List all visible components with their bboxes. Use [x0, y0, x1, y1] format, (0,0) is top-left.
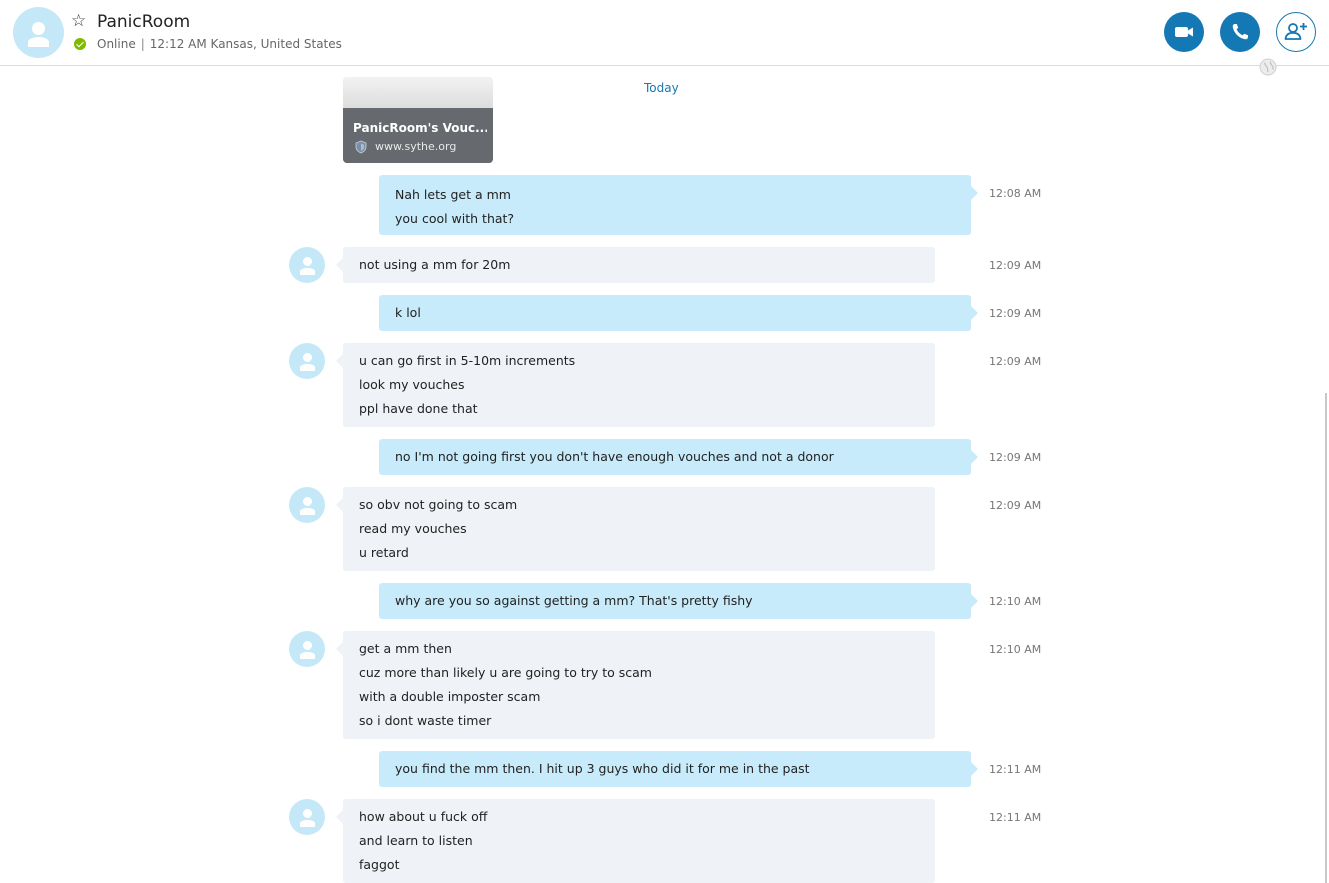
avatar-head-shape: [302, 497, 312, 506]
message-line: with a double imposter scam: [359, 689, 541, 704]
message-line: look my vouches: [359, 377, 465, 392]
avatar-head-shape: [32, 22, 45, 35]
contact-name[interactable]: PanicRoom: [97, 11, 190, 33]
incoming-message-bubble[interactable]: so obv not going to scam read my vouches…: [336, 487, 935, 571]
star-outline-icon[interactable]: ☆: [71, 11, 86, 31]
outgoing-message-bubble[interactable]: you find the mm then. I hit up 3 guys wh…: [379, 751, 978, 787]
audio-call-button[interactable]: [1220, 12, 1260, 52]
message-line: and learn to listen: [359, 833, 473, 848]
sender-avatar[interactable]: [289, 631, 325, 667]
message-line: you find the mm then. I hit up 3 guys wh…: [395, 761, 810, 776]
message-line: faggot: [359, 857, 400, 872]
message-line: u can go first in 5-10m increments: [359, 353, 576, 368]
video-camera-icon: [1175, 27, 1193, 37]
local-time-location: 12:12 AM Kansas, United States: [149, 37, 342, 51]
phone-icon: [1232, 24, 1248, 40]
add-person-icon: [1284, 23, 1307, 40]
message-timestamp: 12:10 AM: [989, 595, 1042, 608]
message-timestamp: 12:09 AM: [989, 499, 1042, 512]
avatar-body-shape: [299, 268, 315, 275]
outgoing-message-bubble[interactable]: k lol: [379, 295, 978, 331]
sender-avatar[interactable]: [289, 487, 325, 523]
link-preview-info: PanicRoom's Vouc... www.sythe.org: [343, 108, 493, 163]
add-people-button[interactable]: [1276, 12, 1316, 52]
link-preview-url: www.sythe.org: [375, 140, 457, 153]
avatar-head-shape: [302, 641, 312, 650]
message-timestamp: 12:08 AM: [989, 187, 1042, 200]
message-timestamp: 12:09 AM: [989, 451, 1042, 464]
conversation-header: ☆ PanicRoom Online | 12:12 AM Kansas, Unit…: [0, 0, 1329, 66]
outgoing-message-bubble[interactable]: why are you so against getting a mm? Tha…: [379, 583, 978, 619]
message-timestamp: 12:11 AM: [989, 811, 1042, 824]
link-preview-card[interactable]: PanicRoom's Vouc... www.sythe.org: [343, 77, 493, 163]
message-history[interactable]: PanicRoom's Vouc... www.sythe.org Today …: [0, 67, 1329, 883]
avatar-head-shape: [302, 353, 312, 362]
message-timestamp: 12:09 AM: [989, 259, 1042, 272]
message-timestamp: 12:10 AM: [989, 643, 1042, 656]
message-line: so i dont waste timer: [359, 713, 492, 728]
message-line: no I'm not going first you don't have en…: [395, 449, 834, 464]
message-line: k lol: [395, 305, 421, 320]
message-line: u retard: [359, 545, 409, 560]
sender-avatar[interactable]: [289, 799, 325, 835]
incoming-message-bubble[interactable]: u can go first in 5-10m increments look …: [336, 343, 935, 427]
avatar-head-shape: [302, 809, 312, 818]
sender-avatar[interactable]: [289, 343, 325, 379]
message-line: how about u fuck off: [359, 809, 488, 824]
date-divider: Today: [644, 81, 679, 95]
video-call-button[interactable]: [1164, 12, 1204, 52]
avatar-body-shape: [299, 508, 315, 515]
avatar-body-shape: [299, 652, 315, 659]
shield-icon: [355, 140, 367, 154]
status-separator: |: [140, 37, 145, 51]
outgoing-message-bubble[interactable]: Nah lets get a mm you cool with that?: [379, 175, 978, 235]
message-line: get a mm then: [359, 641, 452, 656]
avatar-body-shape: [28, 37, 49, 47]
contact-avatar[interactable]: [13, 7, 64, 58]
message-timestamp: 12:11 AM: [989, 763, 1042, 776]
link-preview-title: PanicRoom's Vouc...: [353, 121, 487, 135]
message-line: why are you so against getting a mm? Tha…: [395, 593, 753, 608]
message-timestamp: 12:09 AM: [989, 307, 1042, 320]
message-line: so obv not going to scam: [359, 497, 518, 512]
chat-scrollbar[interactable]: [1325, 393, 1327, 883]
avatar-body-shape: [299, 820, 315, 827]
outgoing-message-bubble[interactable]: no I'm not going first you don't have en…: [379, 439, 978, 475]
presence-status: Online: [97, 37, 136, 51]
incoming-message-bubble[interactable]: how about u fuck off and learn to listen…: [336, 799, 935, 883]
status-line: Online | 12:12 AM Kansas, United States: [97, 37, 342, 52]
avatar-body-shape: [299, 364, 315, 371]
link-preview-thumbnail: [343, 77, 493, 109]
incoming-message-bubble[interactable]: get a mm then cuz more than likely u are…: [336, 631, 935, 739]
avatar-head-shape: [302, 257, 312, 266]
sender-avatar[interactable]: [289, 247, 325, 283]
message-line: read my vouches: [359, 521, 467, 536]
online-check-icon: [74, 38, 86, 50]
incoming-message-bubble[interactable]: not using a mm for 20m: [336, 247, 935, 283]
message-line: not using a mm for 20m: [359, 257, 511, 272]
message-timestamp: 12:09 AM: [989, 355, 1042, 368]
message-line: cuz more than likely u are going to try …: [359, 665, 652, 680]
message-line: Nah lets get a mm: [395, 187, 511, 202]
message-line: ppl have done that: [359, 401, 478, 416]
message-line: you cool with that?: [395, 211, 515, 226]
